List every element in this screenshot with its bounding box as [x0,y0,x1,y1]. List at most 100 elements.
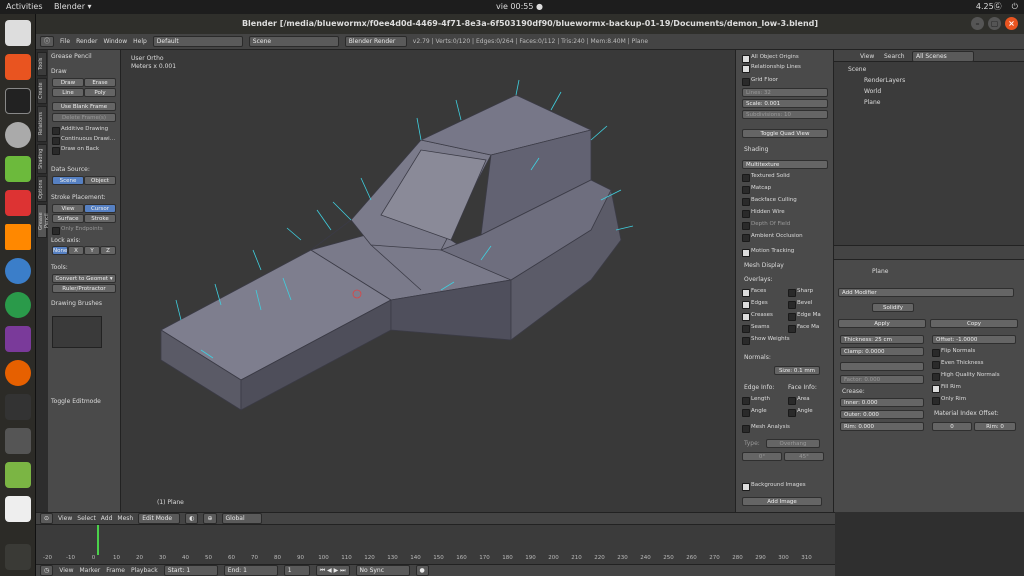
app-menu[interactable]: Blender ▾ [54,2,92,11]
inkscape-icon[interactable] [5,394,31,420]
face-area-check[interactable]: Area [788,396,810,405]
app-grid-icon[interactable] [5,326,31,352]
vlc-icon[interactable] [5,224,31,250]
thickness-field[interactable]: Thickness: 25 cm [840,335,924,344]
timeline-menu-marker[interactable]: Marker [80,567,101,574]
edge-marks-check[interactable]: Edge Ma [788,312,821,321]
outer-crease-field[interactable]: Outer: 0.000 [840,410,924,419]
placement-stroke-button[interactable]: Stroke [84,214,116,223]
timeline-menu-frame[interactable]: Frame [106,567,125,574]
offset-field[interactable]: Offset: -1.0000 [932,335,1016,344]
high-quality-normals-check[interactable]: High Quality Normals [932,372,1000,381]
rim-crease-field[interactable]: Rim: 0.000 [840,422,924,431]
toggle-quad-view-button[interactable]: Toggle Quad View [742,129,828,138]
shading-panel[interactable]: Shading [744,146,768,153]
faces-check[interactable]: Faces [742,288,766,297]
outliner-item-renderlayers[interactable]: RenderLayers [864,77,905,84]
clamp-field[interactable]: Clamp: 0.0000 [840,347,924,356]
firefox-icon[interactable] [5,360,31,386]
menu-mesh[interactable]: Mesh [117,515,133,522]
edge-angle-check[interactable]: Angle [742,408,767,417]
lock-axis-z[interactable]: Z [100,246,116,255]
ambient-occlusion-check[interactable]: Ambient Occlusion [742,233,803,242]
minimize-icon[interactable]: – [971,17,984,30]
fill-rim-check[interactable]: Fill Rim [932,384,961,393]
menu-select[interactable]: Select [77,515,96,522]
battery-status[interactable]: 4.25Ⓖ [976,1,1002,12]
timeline-menu-view[interactable]: View [59,567,73,574]
show-weights-check[interactable]: Show Weights [742,336,790,345]
rim-material-field[interactable]: Rim: 0 [974,422,1016,431]
editor-type-icon[interactable]: ⓘ [40,36,55,47]
placement-surface-button[interactable]: Surface [52,214,84,223]
mail-icon[interactable] [5,496,31,522]
motion-tracking-panel[interactable]: Motion Tracking [742,248,794,257]
add-image-button[interactable]: Add Image [742,497,822,506]
shading-mode-select[interactable]: Multitexture [742,160,828,169]
edge-length-check[interactable]: Length [742,396,770,405]
line-button[interactable]: Line [52,88,84,97]
tab-options[interactable]: Options [37,176,47,202]
face-marks-check[interactable]: Face Ma [788,324,819,333]
textured-solid-check[interactable]: Textured Solid [742,173,790,182]
only-rim-check[interactable]: Only Rim [932,396,966,405]
normal-size-field[interactable]: Size: 0.1 mm [774,366,820,375]
menu-help[interactable]: Help [133,38,147,45]
mode-select[interactable]: Edit Mode [138,513,181,524]
poly-button[interactable]: Poly [84,88,116,97]
inner-crease-field[interactable]: Inner: 0.000 [840,398,924,407]
modifier-apply-button[interactable]: Apply [838,319,926,328]
outliner-item-scene[interactable]: Scene [848,66,866,73]
grid-subdivisions-field[interactable]: Subdivisions: 10 [742,110,828,119]
software-icon[interactable] [5,54,31,80]
background-images-panel[interactable]: Background Images [742,482,806,491]
3d-viewport[interactable]: User Ortho Meters x 0.001 (1) Plane [121,50,735,512]
hidden-wire-check[interactable]: Hidden Wire [742,209,785,218]
material-offset-field[interactable]: 0 [932,422,972,431]
modifier-name-field[interactable]: Solidify [872,303,914,312]
convert-to-geometry-button[interactable]: Convert to Geomet ▾ [52,274,116,283]
draw-button[interactable]: Draw [52,78,84,87]
terminal-icon[interactable] [5,88,31,114]
outliner-item-world[interactable]: World [864,88,881,95]
flip-normals-check[interactable]: Flip Normals [932,348,975,357]
matcap-check[interactable]: Matcap [742,185,771,194]
close-icon[interactable]: × [1005,17,1018,30]
files-icon[interactable] [5,20,31,46]
editor-type-3d-icon[interactable]: ⊙ [40,513,54,524]
tab-tools[interactable]: Tools [37,52,47,76]
calc-icon[interactable] [5,462,31,488]
drawing-brushes-panel[interactable]: Drawing Brushes [51,300,102,307]
grid-lines-field[interactable]: Lines: 32 [742,88,828,97]
display-mode-select[interactable]: All Scenes [912,51,974,62]
creases-check[interactable]: Creases [742,312,773,321]
current-frame-field[interactable]: 1 [283,565,310,576]
additive-drawing-check[interactable]: Additive Drawing [52,126,108,135]
brushes-list[interactable] [52,316,102,348]
mesh-view[interactable] [121,50,735,512]
menu-view[interactable]: View [58,515,72,522]
timeline-menu-playback[interactable]: Playback [131,567,158,574]
end-frame-field[interactable]: End: 1 [223,565,278,576]
clock-app-icon[interactable] [5,292,31,318]
grid-scale-field[interactable]: Scale: 0.001 [742,99,828,108]
depth-of-field-check[interactable]: Depth Of Field [742,221,790,230]
menu-window[interactable]: Window [103,38,127,45]
lock-axis-y[interactable]: Y [84,246,100,255]
disk-icon[interactable] [5,122,31,148]
activities-button[interactable]: Activities [6,2,43,11]
edges-check[interactable]: Edges [742,300,768,309]
mesh-display-panel[interactable]: Mesh Display [744,262,784,269]
shading-icon[interactable]: ◐ [185,513,199,524]
layout-selector[interactable]: Default [152,36,243,47]
ruler-protractor-button[interactable]: Ruler/Protractor [52,284,116,293]
bevel-check[interactable]: Bevel [788,300,812,309]
gimp-icon[interactable] [5,428,31,454]
editor-type-timeline-icon[interactable]: ◷ [40,565,54,576]
outliner-item-plane[interactable]: Plane [864,99,880,106]
menu-file[interactable]: File [60,38,70,45]
even-thickness-check[interactable]: Even Thickness [932,360,984,369]
section-grease-pencil[interactable]: Grease Pencil [51,53,92,60]
playback-controls[interactable]: ⏮ ◀ ▶ ⏭ [315,565,350,576]
analysis-type-select[interactable]: Overhang [766,439,820,448]
